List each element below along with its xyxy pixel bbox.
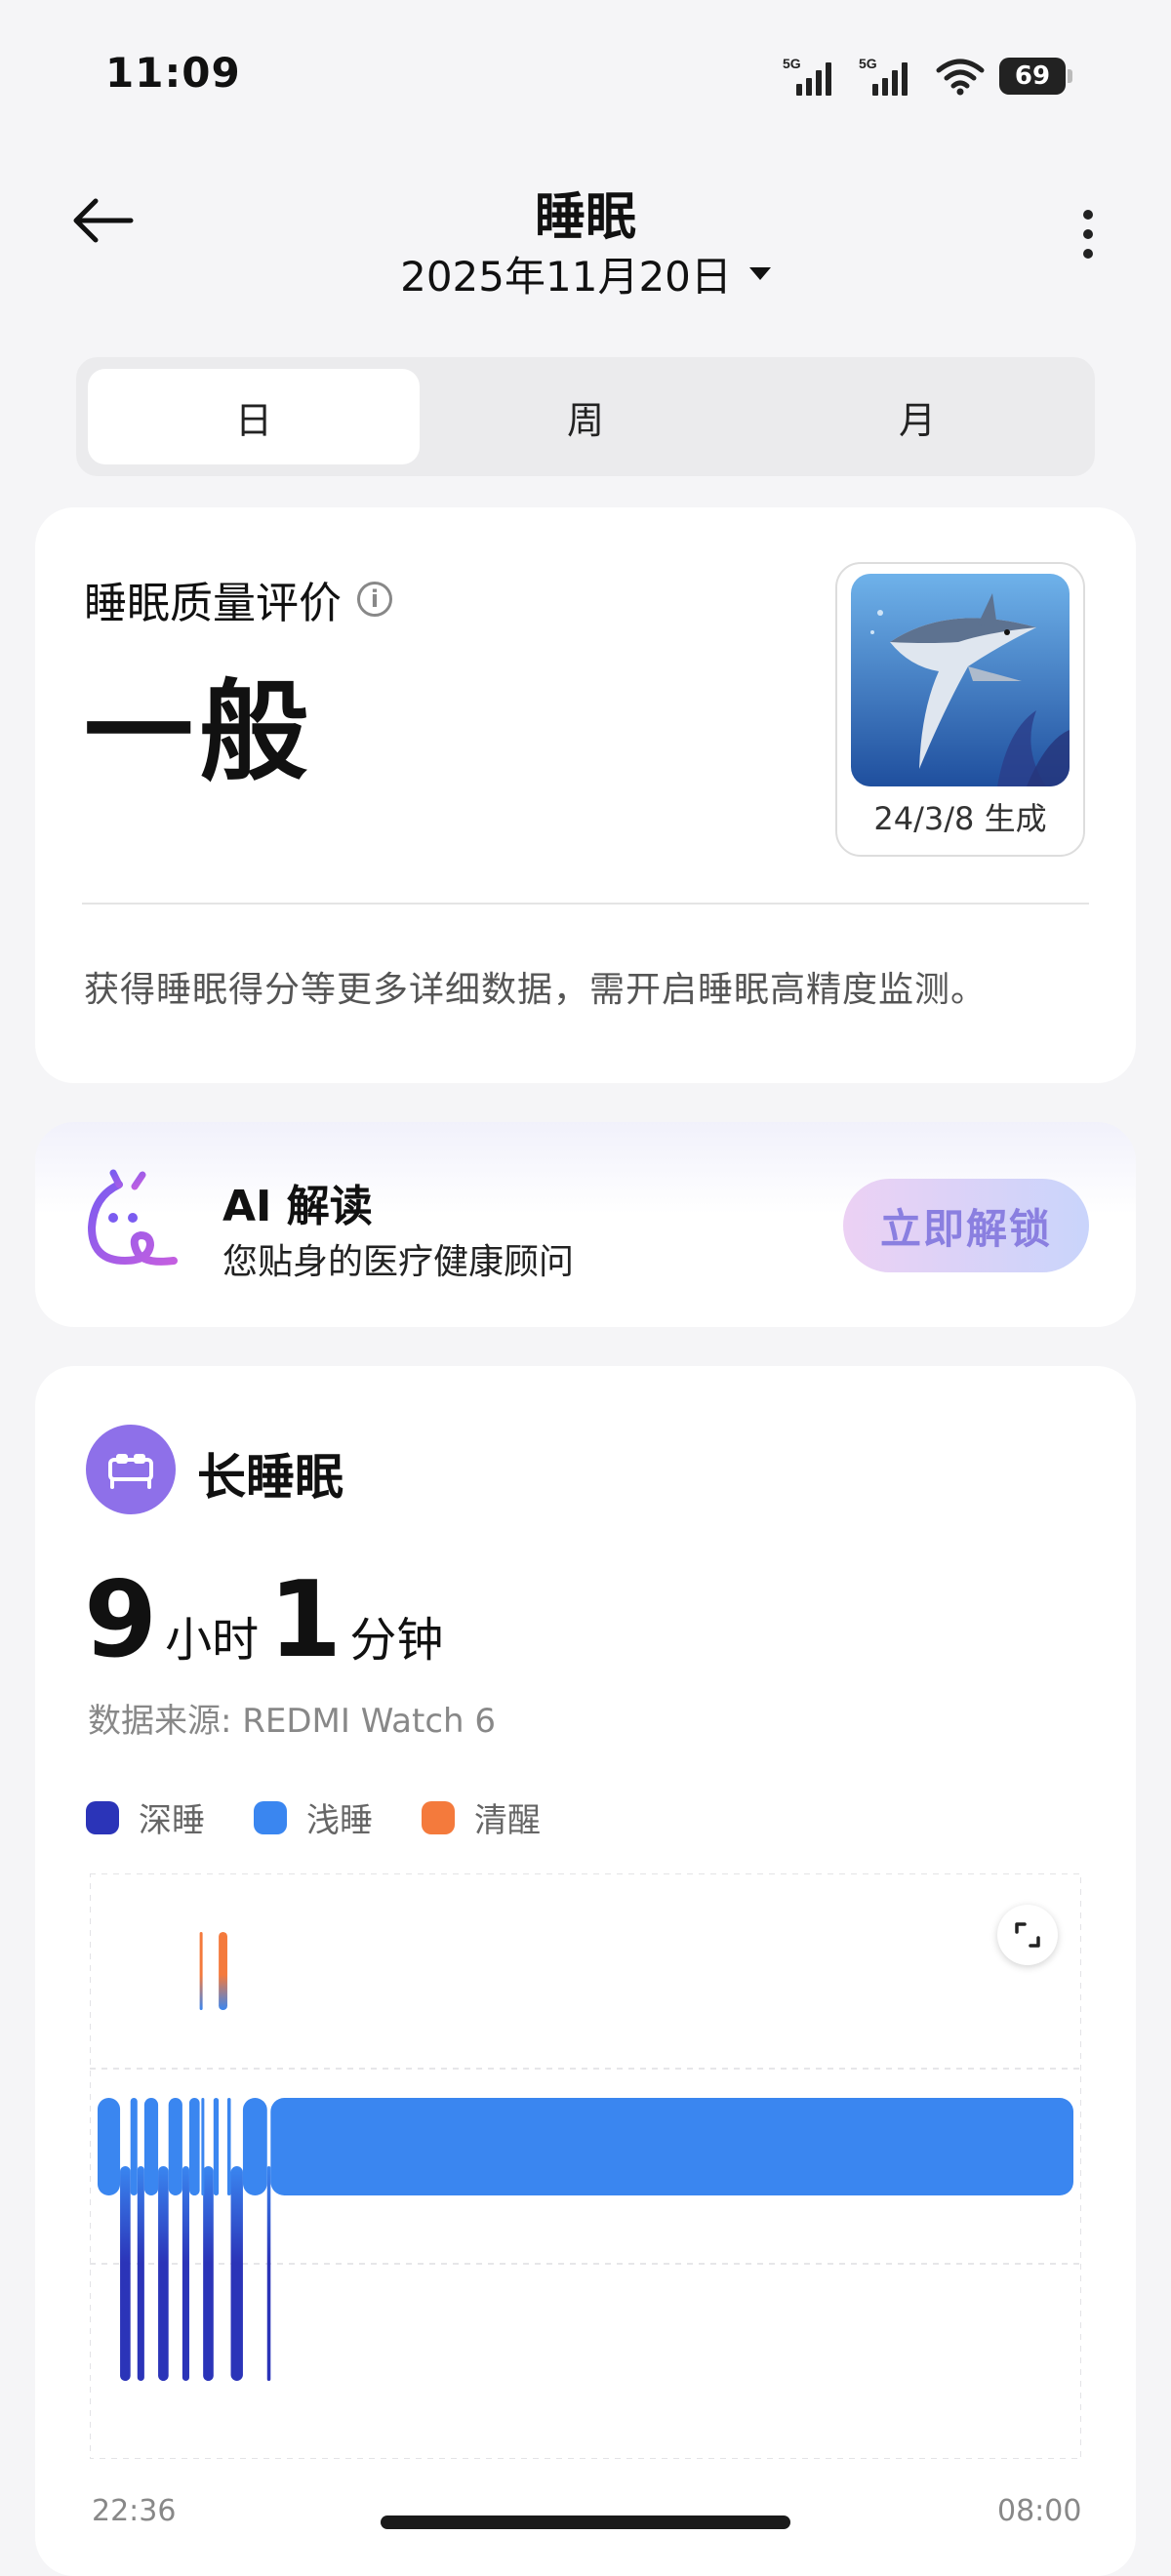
status-icons: 5G 5G 69 — [783, 55, 1072, 98]
light-sleep-bar — [213, 2098, 220, 2195]
cellular-signal-icon: 5G — [783, 56, 831, 96]
tab-day[interactable]: 日 — [88, 369, 420, 464]
duration-hours: 9 — [84, 1559, 158, 1681]
legend-label: 深睡 — [139, 1801, 205, 1840]
legend-deep-sleep: 深睡 — [86, 1793, 205, 1841]
unlock-button[interactable]: 立即解锁 — [843, 1179, 1089, 1272]
caret-down-icon — [748, 266, 771, 280]
sleep-stage-chart[interactable] — [90, 1873, 1081, 2459]
battery-icon: 69 — [999, 58, 1072, 95]
hours-unit: 小时 — [165, 1613, 260, 1668]
light-sleep-bar — [168, 2098, 182, 2195]
status-time: 11:09 — [105, 49, 241, 97]
page-title: 睡眠 — [534, 188, 636, 247]
cellular-signal-icon: 5G — [859, 56, 908, 96]
light-sleep-bar — [143, 2098, 159, 2195]
deep-sleep-bar — [266, 2166, 271, 2381]
period-tabs: 日 周 月 — [76, 357, 1095, 476]
legend-swatch — [422, 1800, 455, 1834]
monitoring-note: 获得睡眠得分等更多详细数据，需开启睡眠高精度监测。 — [84, 970, 988, 1010]
legend-awake: 清醒 — [422, 1793, 541, 1841]
deep-sleep-bar — [230, 2166, 243, 2381]
deep-sleep-bar — [120, 2166, 131, 2381]
legend-swatch — [86, 1800, 119, 1834]
legend-swatch — [254, 1800, 287, 1834]
shark-illustration — [851, 574, 1070, 786]
tab-month[interactable]: 月 — [751, 369, 1083, 464]
home-indicator[interactable] — [381, 2516, 790, 2529]
light-sleep-bar — [270, 2098, 1074, 2195]
light-sleep-bar — [130, 2098, 138, 2195]
legend-label: 浅睡 — [306, 1801, 373, 1840]
sleep-quality-label-row: 睡眠质量评价 i — [84, 568, 392, 630]
sleep-quality-label: 睡眠质量评价 — [84, 579, 342, 628]
badge-caption: 24/3/8 生成 — [873, 800, 1047, 837]
dream-badge[interactable]: 24/3/8 生成 — [835, 562, 1085, 857]
svg-text:5G: 5G — [859, 56, 877, 71]
more-menu-icon[interactable] — [1073, 205, 1103, 263]
data-source: 数据来源: REDMI Watch 6 — [88, 1702, 497, 1741]
light-sleep-bar — [188, 2098, 200, 2195]
deep-sleep-bar — [137, 2166, 144, 2381]
awake-bar — [219, 1932, 227, 2010]
deep-sleep-bar — [182, 2166, 189, 2381]
expand-chart-button[interactable] — [997, 1905, 1058, 1965]
legend-light-sleep: 浅睡 — [254, 1793, 373, 1841]
awake-bar — [199, 1932, 203, 2010]
ai-subtitle: 您贴身的医疗健康顾问 — [222, 1242, 575, 1282]
sleep-duration: 9 小时 1 分钟 — [84, 1559, 453, 1681]
bed-icon — [86, 1425, 176, 1514]
info-icon[interactable]: i — [357, 582, 392, 617]
deep-sleep-bar — [203, 2166, 214, 2381]
long-sleep-title: 长睡眠 — [197, 1449, 343, 1506]
minutes-unit: 分钟 — [349, 1613, 444, 1668]
legend-label: 清醒 — [474, 1801, 541, 1840]
chart-legend: 深睡 浅睡 清醒 — [86, 1793, 541, 1841]
battery-level: 69 — [1014, 61, 1051, 91]
light-sleep-bar — [242, 2098, 267, 2195]
tab-week[interactable]: 周 — [420, 369, 751, 464]
sleep-quality-value: 一般 — [84, 669, 314, 796]
deep-sleep-bar — [158, 2166, 169, 2381]
chart-bars — [98, 1932, 1074, 2381]
wifi-icon — [936, 59, 985, 96]
ai-assistant-icon — [87, 1169, 178, 1266]
light-sleep-bar — [201, 2098, 205, 2195]
expand-icon — [1015, 1922, 1040, 1948]
svg-text:5G: 5G — [783, 56, 801, 71]
date-label: 2025年11月20日 — [400, 253, 732, 301]
chart-end-time: 08:00 — [997, 2494, 1082, 2528]
light-sleep-bar — [98, 2098, 121, 2195]
divider — [82, 903, 1089, 905]
ai-title: AI 解读 — [222, 1182, 373, 1231]
duration-minutes: 1 — [268, 1559, 343, 1681]
date-picker[interactable]: 2025年11月20日 — [0, 244, 1171, 303]
light-sleep-bar — [226, 2098, 231, 2195]
chart-start-time: 22:36 — [92, 2494, 177, 2528]
